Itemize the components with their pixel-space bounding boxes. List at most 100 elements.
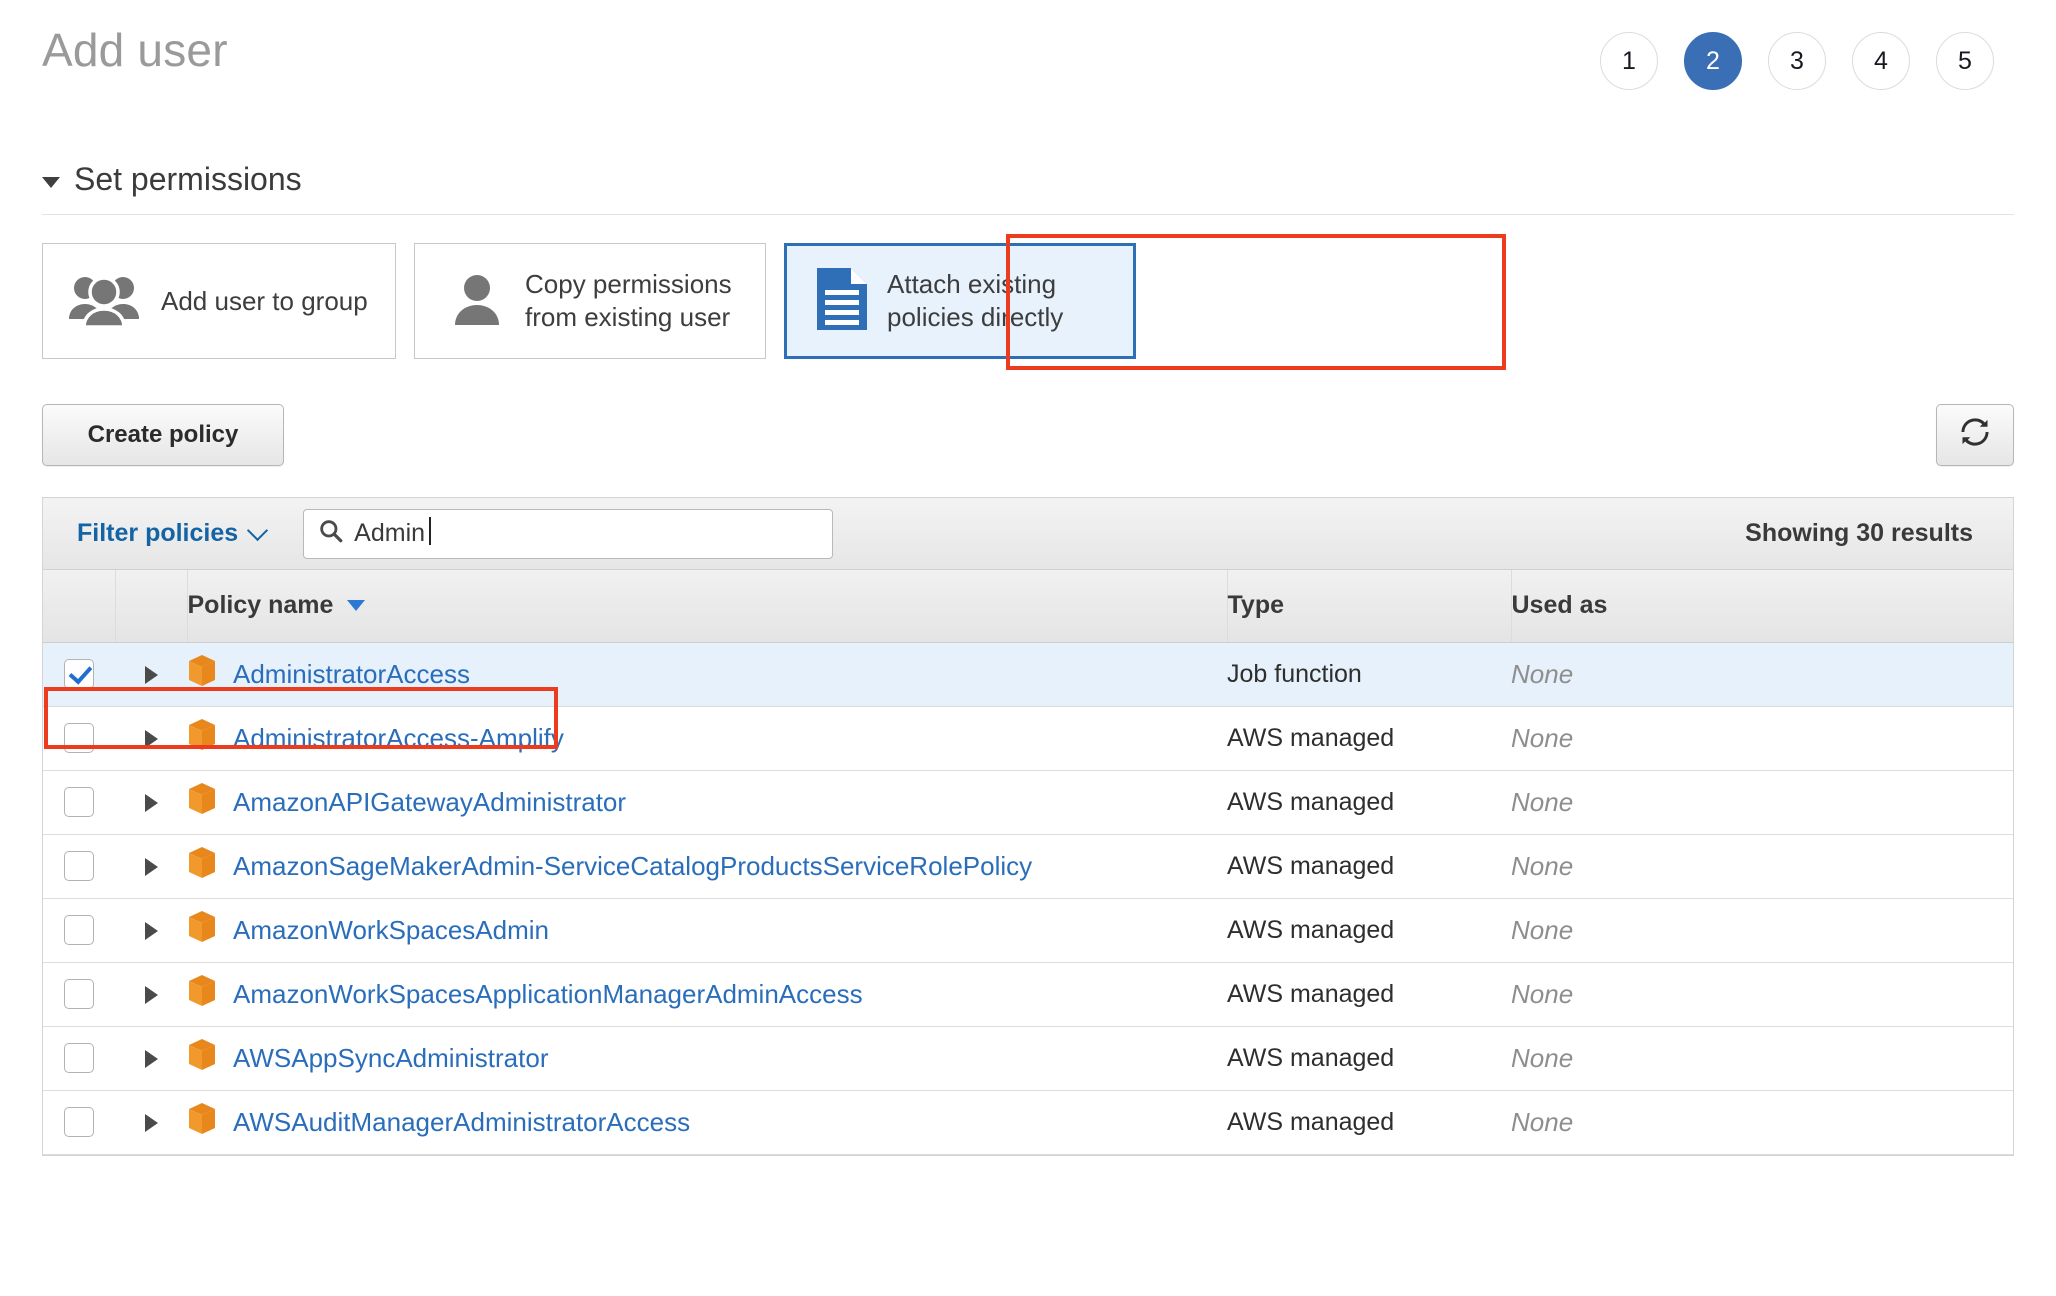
- table-header: Policy name Type Used as: [43, 570, 2013, 642]
- policy-name-link[interactable]: AWSAppSyncAdministrator: [233, 1043, 548, 1074]
- search-input[interactable]: Admin: [303, 509, 833, 559]
- policy-name-link[interactable]: AdministratorAccess-Amplify: [233, 723, 564, 754]
- expand-arrow-icon[interactable]: [145, 1050, 158, 1068]
- row-type-cell: AWS managed: [1227, 770, 1511, 834]
- table-row[interactable]: AdministratorAccess Job function None: [43, 642, 2013, 706]
- row-checkbox-cell[interactable]: [43, 642, 115, 706]
- row-checkbox-cell[interactable]: [43, 1090, 115, 1154]
- step-5[interactable]: 5: [1936, 32, 1994, 90]
- option-card-add-user-to-group[interactable]: Add user to group: [42, 243, 396, 359]
- used-as-value: None: [1511, 979, 1573, 1009]
- table-row[interactable]: AmazonSageMakerAdmin-ServiceCatalogProdu…: [43, 834, 2013, 898]
- row-checkbox-cell[interactable]: [43, 1026, 115, 1090]
- row-checkbox[interactable]: [64, 659, 94, 689]
- policies-table: Policy name Type Used as: [43, 570, 2013, 1155]
- header-policy-name[interactable]: Policy name: [187, 570, 1227, 642]
- used-as-value: None: [1511, 723, 1573, 753]
- row-policy-name-cell: AWSAuditManagerAdministratorAccess: [187, 1090, 1227, 1154]
- row-used-as-cell: None: [1511, 898, 2013, 962]
- table-row[interactable]: AmazonWorkSpacesAdmin AWS managed None: [43, 898, 2013, 962]
- step-1[interactable]: 1: [1600, 32, 1658, 90]
- table-row[interactable]: AWSAuditManagerAdministratorAccess AWS m…: [43, 1090, 2013, 1154]
- policy-name-link[interactable]: AmazonAPIGatewayAdministrator: [233, 787, 626, 818]
- row-checkbox[interactable]: [64, 787, 94, 817]
- expand-arrow-icon[interactable]: [145, 730, 158, 748]
- option-card-copy-permissions[interactable]: Copy permissions from existing user: [414, 243, 766, 359]
- row-expand-cell[interactable]: [115, 962, 187, 1026]
- set-permissions-section: Set permissions: [42, 160, 2014, 215]
- row-expand-cell[interactable]: [115, 834, 187, 898]
- row-policy-name-cell: AmazonWorkSpacesApplicationManagerAdminA…: [187, 962, 1227, 1026]
- caret-down-icon[interactable]: [42, 177, 60, 188]
- policy-name-link[interactable]: AmazonSageMakerAdmin-ServiceCatalogProdu…: [233, 851, 1032, 882]
- row-checkbox-cell[interactable]: [43, 706, 115, 770]
- row-checkbox[interactable]: [64, 1107, 94, 1137]
- row-policy-name-cell: AmazonAPIGatewayAdministrator: [187, 770, 1227, 834]
- expand-arrow-icon[interactable]: [145, 794, 158, 812]
- table-row[interactable]: AmazonAPIGatewayAdministrator AWS manage…: [43, 770, 2013, 834]
- section-title: Set permissions: [74, 160, 302, 198]
- header-type[interactable]: Type: [1227, 570, 1511, 642]
- policy-name-link[interactable]: AdministratorAccess: [233, 659, 470, 690]
- used-as-value: None: [1511, 787, 1573, 817]
- filter-policies-dropdown[interactable]: Filter policies: [77, 519, 265, 548]
- expand-arrow-icon[interactable]: [145, 986, 158, 1004]
- group-users-icon: [67, 271, 141, 332]
- row-checkbox-cell[interactable]: [43, 898, 115, 962]
- row-checkbox[interactable]: [64, 915, 94, 945]
- step-3[interactable]: 3: [1768, 32, 1826, 90]
- option-card-label: Copy permissions from existing user: [525, 268, 741, 334]
- row-expand-cell[interactable]: [115, 706, 187, 770]
- row-checkbox-cell[interactable]: [43, 834, 115, 898]
- row-policy-name-cell: AdministratorAccess: [187, 642, 1227, 706]
- row-type-cell: AWS managed: [1227, 962, 1511, 1026]
- step-4[interactable]: 4: [1852, 32, 1910, 90]
- row-expand-cell[interactable]: [115, 1090, 187, 1154]
- row-used-as-cell: None: [1511, 962, 2013, 1026]
- page-header: Add user 1 2 3 4 5: [0, 0, 2056, 120]
- chevron-down-icon: [247, 519, 268, 540]
- section-header[interactable]: Set permissions: [42, 160, 2014, 215]
- expand-arrow-icon[interactable]: [145, 1114, 158, 1132]
- row-policy-name-cell: AWSAppSyncAdministrator: [187, 1026, 1227, 1090]
- row-checkbox-cell[interactable]: [43, 962, 115, 1026]
- row-checkbox[interactable]: [64, 1043, 94, 1073]
- document-icon: [817, 268, 867, 335]
- row-checkbox[interactable]: [64, 851, 94, 881]
- policy-name-link[interactable]: AmazonWorkSpacesAdmin: [233, 915, 549, 946]
- row-checkbox[interactable]: [64, 723, 94, 753]
- option-card-attach-policies[interactable]: Attach existing policies directly: [784, 243, 1136, 359]
- policy-icon: [187, 974, 217, 1015]
- policy-name-link[interactable]: AmazonWorkSpacesApplicationManagerAdminA…: [233, 979, 863, 1010]
- filter-policies-label: Filter policies: [77, 519, 238, 548]
- policies-filter-bar: Filter policies Admin Showing 30 results: [43, 498, 2013, 570]
- row-expand-cell[interactable]: [115, 898, 187, 962]
- policy-name-link[interactable]: AWSAuditManagerAdministratorAccess: [233, 1107, 690, 1138]
- row-used-as-cell: None: [1511, 1090, 2013, 1154]
- header-used-as[interactable]: Used as: [1511, 570, 2013, 642]
- row-expand-cell[interactable]: [115, 642, 187, 706]
- expand-arrow-icon[interactable]: [145, 922, 158, 940]
- option-card-label: Add user to group: [161, 285, 368, 318]
- row-expand-cell[interactable]: [115, 770, 187, 834]
- row-expand-cell[interactable]: [115, 1026, 187, 1090]
- step-2[interactable]: 2: [1684, 32, 1742, 90]
- create-policy-button[interactable]: Create policy: [42, 404, 284, 466]
- policy-icon: [187, 910, 217, 951]
- row-checkbox-cell[interactable]: [43, 770, 115, 834]
- table-row[interactable]: AdministratorAccess-Amplify AWS managed …: [43, 706, 2013, 770]
- policies-table-container: Filter policies Admin Showing 30 results…: [42, 497, 2014, 1156]
- policy-icon: [187, 654, 217, 695]
- refresh-button[interactable]: [1936, 404, 2014, 466]
- expand-arrow-icon[interactable]: [145, 666, 158, 684]
- row-policy-name-cell: AmazonWorkSpacesAdmin: [187, 898, 1227, 962]
- row-type-cell: AWS managed: [1227, 898, 1511, 962]
- table-row[interactable]: AmazonWorkSpacesApplicationManagerAdminA…: [43, 962, 2013, 1026]
- row-type-cell: Job function: [1227, 642, 1511, 706]
- row-checkbox[interactable]: [64, 979, 94, 1009]
- header-select-all[interactable]: [43, 570, 115, 642]
- option-card-label: Attach existing policies directly: [887, 268, 1109, 334]
- expand-arrow-icon[interactable]: [145, 858, 158, 876]
- table-row[interactable]: AWSAppSyncAdministrator AWS managed None: [43, 1026, 2013, 1090]
- page-title: Add user: [42, 22, 228, 78]
